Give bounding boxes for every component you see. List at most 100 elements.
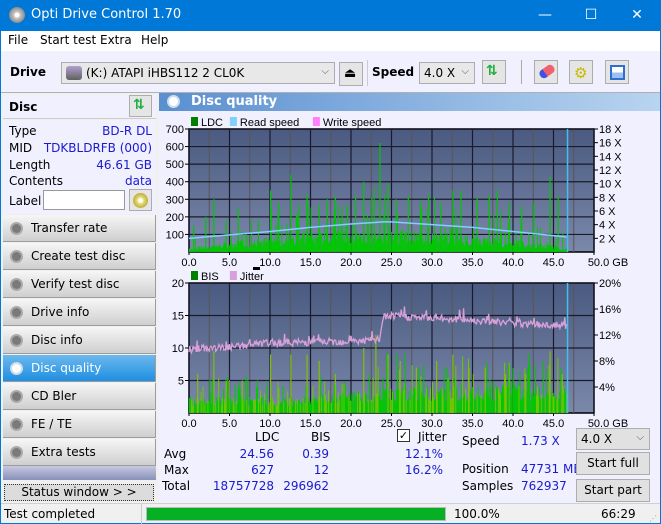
ldc-bar (431, 243, 433, 252)
ldc-spike (270, 190, 272, 252)
maximize-button[interactable]: ☐ (568, 0, 614, 31)
bis-bar (202, 386, 204, 413)
bis-bar (362, 402, 364, 413)
ldc-bar (350, 243, 352, 252)
bis-bar (558, 398, 560, 413)
bis-bar (281, 402, 283, 413)
bis-bar (360, 400, 362, 413)
nav-item-transfer-rate[interactable]: Transfer rate (3, 215, 156, 242)
bis-bar (470, 392, 472, 413)
ldc-bar (203, 248, 205, 252)
minimize-button[interactable]: — (522, 0, 568, 31)
ldc-bar (249, 246, 251, 252)
nav-item-verify-test-disc[interactable]: Verify test disc (3, 271, 156, 298)
resize-grip-icon[interactable]: ⋰ (649, 514, 657, 523)
nav-item-cd-bler[interactable]: CD Bler (3, 383, 156, 410)
start-full-button[interactable]: Start full (576, 452, 650, 475)
ldc-bar (536, 247, 538, 252)
bis-bar (565, 392, 567, 413)
bis-bar (293, 399, 295, 413)
bis-bar (455, 366, 457, 413)
menu-start-test[interactable]: Start test (40, 33, 96, 47)
bis-bar (301, 402, 303, 413)
ldc-bar (367, 218, 369, 252)
ldc-bar (372, 237, 374, 252)
test-speed-select[interactable]: 4.0 X ⌵ (576, 428, 650, 450)
refresh-button[interactable]: ⇅ (482, 60, 506, 84)
nav-item-disc-info[interactable]: Disc info (3, 327, 156, 354)
bis-bar (550, 397, 552, 413)
legend-label-jitter: Jitter (240, 271, 264, 283)
disc-info: Type BD-R DL MID TDKBLDRFB (000) Length … (3, 120, 156, 214)
nav-item-fe-te[interactable]: FE / TE (3, 411, 156, 438)
ldc-bar (236, 241, 238, 252)
bis-bar (347, 396, 349, 413)
ldc-spike (306, 194, 308, 252)
menu-help[interactable]: Help (141, 33, 168, 47)
ldc-bar (467, 244, 469, 252)
ldc-bar (231, 243, 233, 252)
ldc-spike (257, 220, 260, 252)
bis-bar (198, 404, 200, 413)
disc-label-button[interactable] (129, 189, 152, 211)
bis-bar (368, 374, 370, 413)
nav-item-create-test-disc[interactable]: Create test disc (3, 243, 156, 270)
ldc-spike (346, 204, 349, 252)
bis-bar (268, 401, 270, 413)
ldc-bar (344, 242, 346, 252)
bis-bar (258, 398, 260, 413)
ldc-bar (551, 245, 553, 252)
speed-value: 4.0 X (424, 66, 456, 80)
status-window-button[interactable]: Status window > > (4, 484, 154, 501)
ldc-bar (279, 240, 281, 252)
drive-select[interactable]: (K:) ATAPI iHBS112 2 CL0K ⌵ (61, 62, 335, 84)
y2-tick-label: 8 X (599, 192, 616, 204)
disc-contents-label: Contents (9, 174, 63, 188)
x-tick-label: 50.0 GB (588, 257, 628, 269)
menu-file[interactable]: File (8, 33, 28, 47)
disc-refresh-button[interactable]: ⇅ (129, 95, 152, 117)
menu-extra[interactable]: Extra (100, 33, 132, 47)
ldc-bar (329, 237, 331, 252)
nav-item-disc-quality[interactable]: Disc quality (3, 355, 156, 382)
erase-button[interactable] (534, 60, 558, 84)
ldc-bar (369, 243, 371, 252)
ldc-bar (412, 240, 414, 252)
ldc-bar (524, 247, 526, 252)
eject-button[interactable]: ⏏ (339, 62, 363, 86)
bis-bar (348, 396, 350, 413)
ldc-bar (564, 249, 566, 252)
ldc-bar (264, 242, 266, 252)
ldc-bar (210, 246, 212, 252)
start-part-button[interactable]: Start part (576, 479, 650, 502)
bis-bar (551, 391, 553, 413)
ldc-bar (338, 230, 340, 252)
nav-item-drive-info[interactable]: Drive info (3, 299, 156, 326)
bis-bar (251, 399, 253, 413)
nav-item-extra-tests[interactable]: Extra tests (3, 439, 156, 466)
close-button[interactable]: ✕ (614, 0, 660, 31)
bis-bar (545, 369, 547, 413)
y2-tick-label: 12% (599, 330, 621, 342)
disc-label-input[interactable] (43, 190, 125, 210)
settings-button[interactable]: ⚙ (569, 60, 593, 84)
ldc-bar (349, 236, 351, 252)
ldc-bar (530, 247, 532, 252)
jitter-checkbox[interactable]: ✓ (397, 429, 410, 442)
bis-bar (454, 377, 456, 413)
ldc-bar (254, 240, 256, 252)
bis-bar (292, 405, 294, 413)
ldc-bar (250, 246, 252, 252)
bis-bar (543, 397, 545, 413)
ldc-bar (468, 244, 470, 252)
ldc-bar (513, 240, 515, 252)
ldc-bar (328, 240, 330, 252)
save-button[interactable] (605, 60, 629, 84)
bis-bar (445, 401, 447, 413)
ldc-bar (499, 238, 501, 252)
bis-bar (469, 390, 471, 413)
bis-bar (422, 395, 424, 413)
legend-swatch (229, 271, 237, 280)
ldc-bar (292, 237, 294, 252)
speed-select[interactable]: 4.0 X ⌵ (419, 62, 475, 84)
